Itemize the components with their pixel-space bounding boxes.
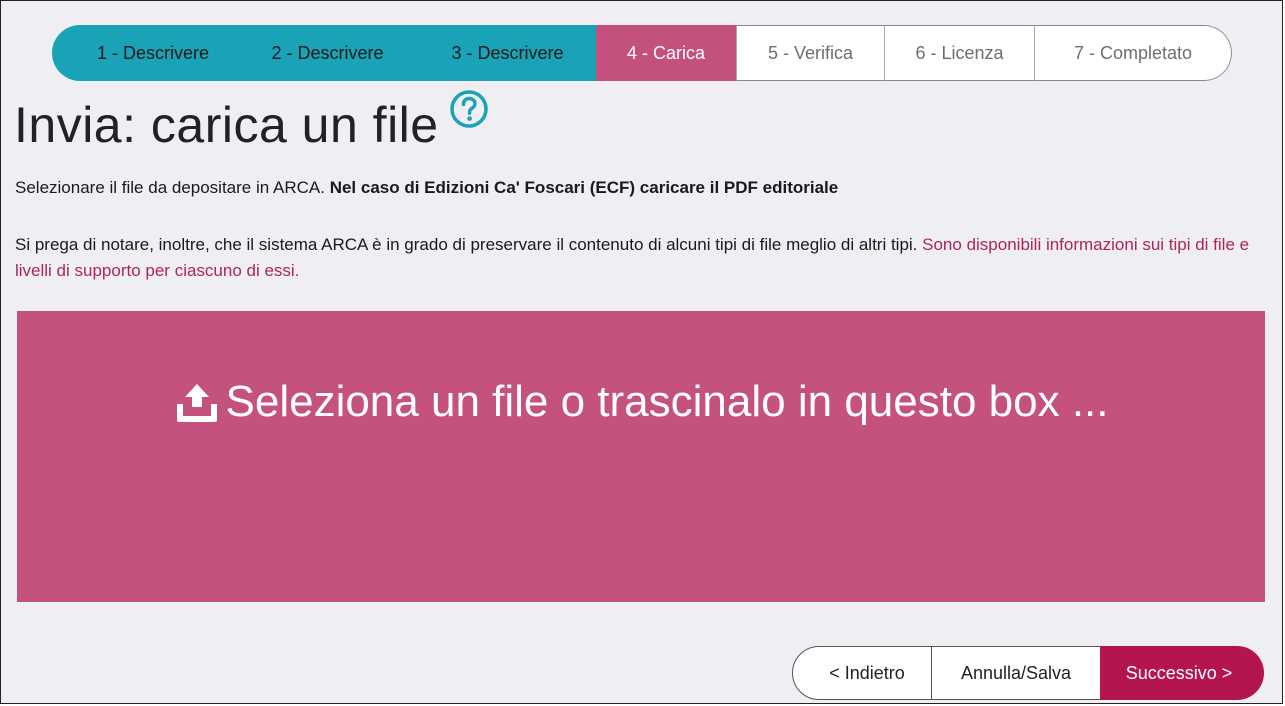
- cancel-save-button[interactable]: Annulla/Salva: [932, 646, 1100, 700]
- step-1-describe[interactable]: 1 - Descrivere: [52, 25, 236, 81]
- step-5-verify[interactable]: 5 - Verifica: [736, 25, 884, 81]
- page-frame: 1 - Descrivere 2 - Descrivere 3 - Descri…: [0, 0, 1283, 704]
- instructions-text: Selezionare il file da depositare in ARC…: [15, 178, 325, 197]
- note-text: Si prega di notare, inoltre, che il sist…: [15, 235, 918, 254]
- next-button[interactable]: Successivo >: [1100, 646, 1264, 700]
- step-3-describe[interactable]: 3 - Descrivere: [419, 25, 596, 81]
- submission-stepper: 1 - Descrivere 2 - Descrivere 3 - Descri…: [52, 25, 1232, 81]
- upload-instructions: Selezionare il file da depositare in ARC…: [15, 175, 838, 201]
- title-row: Invia: carica un file: [14, 89, 489, 161]
- step-2-describe[interactable]: 2 - Descrivere: [236, 25, 419, 81]
- dropzone-label-row: Seleziona un file o trascinalo in questo…: [17, 374, 1265, 430]
- step-4-upload[interactable]: 4 - Carica: [596, 25, 736, 81]
- step-7-complete[interactable]: 7 - Completato: [1034, 25, 1232, 81]
- question-circle-icon[interactable]: [449, 89, 489, 129]
- file-dropzone[interactable]: Seleziona un file o trascinalo in questo…: [17, 311, 1265, 602]
- back-button[interactable]: < Indietro: [792, 646, 932, 700]
- dropzone-text: Seleziona un file o trascinalo in questo…: [225, 377, 1109, 426]
- instructions-bold-text: Nel caso di Edizioni Ca' Foscari (ECF) c…: [329, 178, 839, 197]
- step-6-license[interactable]: 6 - Licenza: [884, 25, 1034, 81]
- upload-icon: [176, 384, 217, 422]
- page-title: Invia: carica un file: [14, 97, 439, 153]
- file-support-note: Si prega di notare, inoltre, che il sist…: [15, 232, 1271, 284]
- navigation-buttons: < Indietro Annulla/Salva Successivo >: [792, 646, 1264, 700]
